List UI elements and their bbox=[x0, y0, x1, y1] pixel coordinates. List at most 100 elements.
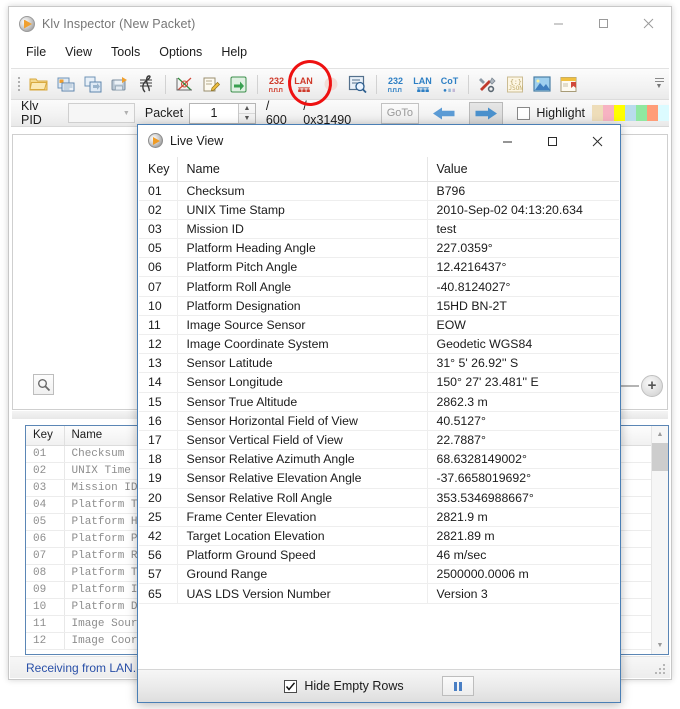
zoom-in-icon[interactable]: + bbox=[641, 375, 663, 397]
magnifier-icon[interactable] bbox=[33, 374, 54, 395]
toolbar-grip[interactable] bbox=[15, 75, 23, 93]
table-vertical-scrollbar[interactable]: ▲ ▼ bbox=[651, 426, 668, 654]
import-icon[interactable] bbox=[79, 71, 106, 97]
hide-empty-rows-checkbox[interactable] bbox=[284, 679, 298, 693]
maximize-button[interactable] bbox=[581, 7, 626, 39]
record-icon[interactable] bbox=[317, 71, 344, 97]
table-row[interactable]: 56 Platform Ground Speed 46 m/sec bbox=[139, 545, 619, 566]
table-row[interactable]: 01 Checksum B796 bbox=[139, 181, 619, 201]
table-row[interactable]: 14 Sensor Longitude 150° 27' 23.481'' E bbox=[139, 372, 619, 393]
prev-packet-button[interactable] bbox=[427, 102, 461, 125]
next-packet-button[interactable] bbox=[468, 101, 504, 125]
table-row[interactable]: 42 Target Location Elevation 2821.89 m bbox=[139, 526, 619, 547]
menu-help[interactable]: Help bbox=[217, 42, 256, 63]
graph-icon[interactable] bbox=[171, 71, 198, 97]
table-row[interactable]: 02 UNIX Time Stamp 2010-Sep-02 04:13:20.63… bbox=[139, 200, 619, 220]
image-icon[interactable] bbox=[528, 71, 555, 97]
column-header-name[interactable]: Name bbox=[177, 157, 428, 182]
table-row[interactable]: 65 UAS LDS Version Number Version 3 bbox=[139, 583, 619, 604]
export-icon[interactable] bbox=[225, 71, 252, 97]
zoom-control[interactable]: + bbox=[615, 371, 663, 401]
report-icon[interactable] bbox=[555, 71, 582, 97]
live-view-minimize-button[interactable] bbox=[485, 125, 530, 157]
table-row[interactable]: 16 Sensor Horizontal Field of View 40.5127… bbox=[139, 411, 619, 431]
waveform-icon[interactable] bbox=[133, 71, 160, 97]
cell-key: 10 bbox=[139, 296, 178, 316]
table-row[interactable]: 06 Platform Pitch Angle 12.4216437° bbox=[139, 257, 619, 278]
save-icon[interactable] bbox=[106, 71, 133, 97]
close-button[interactable] bbox=[626, 7, 671, 39]
table-row[interactable]: 12 Image Coordinate System Geodetic WGS84 bbox=[139, 334, 619, 355]
cell-value: -40.8124027° bbox=[427, 276, 619, 297]
table-row[interactable]: 19 Sensor Relative Elevation Angle -37.665… bbox=[139, 468, 619, 489]
zoom-slider-track[interactable] bbox=[621, 385, 639, 387]
toolbar-overflow-button[interactable]: ▼ bbox=[652, 69, 666, 99]
cell-value: 40.5127° bbox=[427, 411, 619, 431]
live-view-close-button[interactable] bbox=[575, 125, 620, 157]
goto-button[interactable]: GoTo bbox=[381, 102, 419, 124]
live-view-titlebar[interactable]: Live View bbox=[138, 125, 620, 156]
live-view-table: Key Name Value 01 Checksum B796 02 UNIX Time… bbox=[139, 157, 619, 604]
menu-tools[interactable]: Tools bbox=[107, 42, 149, 63]
menu-options[interactable]: Options bbox=[155, 42, 211, 63]
live-view-maximize-button[interactable] bbox=[530, 125, 575, 157]
swatch-5[interactable] bbox=[636, 105, 648, 121]
cell-name: Sensor Vertical Field of View bbox=[177, 430, 428, 451]
table-row[interactable]: 11 Image Source Sensor EOW bbox=[139, 315, 619, 336]
table-row[interactable]: 07 Platform Roll Angle -40.8124027° bbox=[139, 276, 619, 297]
swatch-4[interactable] bbox=[625, 105, 637, 121]
swatch-7[interactable] bbox=[658, 105, 670, 121]
table-row[interactable]: 05 Platform Heading Angle 227.0359° bbox=[139, 238, 619, 259]
table-row[interactable]: 57 Ground Range 2500000.0006 m bbox=[139, 564, 619, 585]
cot-send-icon[interactable]: CoT bbox=[436, 71, 463, 97]
main-titlebar[interactable]: Klv Inspector (New Packet) bbox=[9, 7, 671, 40]
highlight-checkbox[interactable] bbox=[517, 106, 531, 120]
table-row[interactable]: 20 Sensor Relative Roll Angle 353.53469886… bbox=[139, 488, 619, 508]
json-icon[interactable]: {:} JSON bbox=[501, 71, 528, 97]
swatch-1[interactable] bbox=[592, 105, 604, 121]
screen: Klv Inspector (New Packet) File View Too… bbox=[0, 0, 680, 709]
packet-input[interactable]: 1 bbox=[190, 106, 238, 120]
hide-empty-rows-label: Hide Empty Rows bbox=[304, 679, 404, 693]
scrollbar-thumb[interactable] bbox=[652, 443, 668, 471]
table-row[interactable]: 18 Sensor Relative Azimuth Angle 68.632814… bbox=[139, 449, 619, 470]
table-row[interactable]: 15 Sensor True Altitude 2862.3 m bbox=[139, 392, 619, 412]
klv-pid-select[interactable]: ▼ bbox=[67, 103, 135, 123]
inspect-icon[interactable] bbox=[344, 71, 371, 97]
cell-key: 20 bbox=[139, 488, 178, 508]
menu-view[interactable]: View bbox=[61, 42, 101, 63]
scroll-up-arrow-icon[interactable]: ▲ bbox=[652, 426, 668, 443]
table-row[interactable]: 13 Sensor Latitude 31° 5' 26.92'' S bbox=[139, 353, 619, 374]
lan-receive-icon[interactable]: LAN bbox=[290, 71, 317, 97]
column-header-key[interactable]: Key bbox=[26, 426, 65, 446]
table-row[interactable]: 25 Frame Center Elevation 2821.9 m bbox=[139, 507, 619, 527]
packet-increment-button[interactable]: ▲ bbox=[238, 104, 255, 114]
edit-icon[interactable] bbox=[198, 71, 225, 97]
open-stream-icon[interactable] bbox=[52, 71, 79, 97]
lan-send-icon[interactable]: LAN bbox=[409, 71, 436, 97]
packet-label: Packet bbox=[144, 106, 184, 120]
packet-decrement-button[interactable]: ▼ bbox=[239, 114, 255, 123]
table-row[interactable]: 10 Platform Designation 15HD BN-2T bbox=[139, 296, 619, 316]
table-row[interactable]: 17 Sensor Vertical Field of View 22.7887° bbox=[139, 430, 619, 451]
tools-icon[interactable] bbox=[474, 71, 501, 97]
pause-button[interactable] bbox=[441, 676, 474, 696]
cell-key: 01 bbox=[26, 445, 65, 463]
minimize-button[interactable] bbox=[536, 7, 581, 39]
table-row[interactable]: 03 Mission ID test bbox=[139, 219, 619, 240]
swatch-6[interactable] bbox=[647, 105, 659, 121]
swatch-3[interactable] bbox=[614, 105, 626, 121]
swatch-2[interactable] bbox=[603, 105, 615, 121]
serial-232-send-icon[interactable]: 232 bbox=[382, 71, 409, 97]
cell-key: 65 bbox=[139, 583, 178, 604]
resize-grip-icon[interactable] bbox=[653, 662, 667, 676]
column-header-value[interactable]: Value bbox=[427, 157, 619, 182]
serial-232-receive-icon[interactable]: 232 bbox=[263, 71, 290, 97]
column-header-key[interactable]: Key bbox=[139, 157, 178, 182]
open-folder-icon[interactable] bbox=[25, 71, 52, 97]
cell-key: 05 bbox=[26, 513, 65, 531]
menu-file[interactable]: File bbox=[22, 42, 55, 63]
cell-name: Sensor Relative Elevation Angle bbox=[177, 468, 428, 489]
packet-stepper[interactable]: 1 ▲ ▼ bbox=[189, 102, 256, 124]
scroll-down-arrow-icon[interactable]: ▼ bbox=[652, 637, 668, 654]
